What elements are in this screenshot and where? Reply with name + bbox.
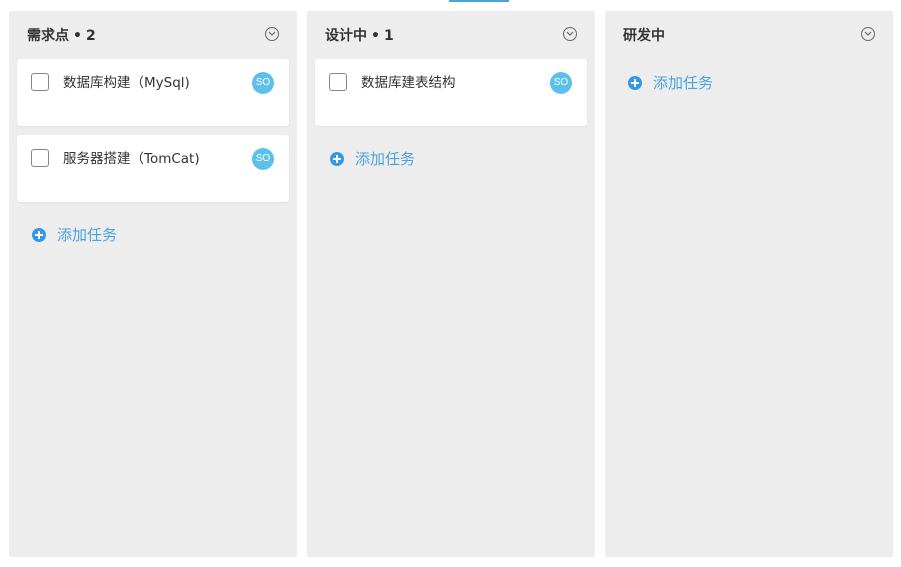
kanban-board: 需求点 • 2 数据库构建（MySql) SO 服务器搭建（TomCat) SO 添… [0, 0, 901, 567]
avatar[interactable]: SO [252, 72, 274, 94]
task-checkbox[interactable] [31, 149, 49, 167]
add-task-label: 添加任务 [57, 226, 118, 244]
task-title: 服务器搭建（TomCat) [63, 151, 200, 167]
task-card[interactable]: 数据库构建（MySql) SO [17, 59, 289, 126]
plus-circle-icon [628, 76, 642, 90]
column-design: 设计中 • 1 数据库建表结构 SO 添加任务 [307, 11, 595, 557]
chevron-down-circle-icon[interactable] [265, 27, 279, 41]
column-title: 研发中 [623, 27, 665, 45]
plus-circle-icon [330, 152, 344, 166]
column-header: 需求点 • 2 [9, 11, 297, 59]
column-title: 设计中 • 1 [325, 27, 394, 45]
task-card[interactable]: 服务器搭建（TomCat) SO [17, 135, 289, 202]
column-separator: • [371, 28, 380, 44]
column-development: 研发中 添加任务 [605, 11, 893, 557]
task-title: 数据库建表结构 [361, 75, 456, 91]
avatar[interactable]: SO [252, 148, 274, 170]
column-title: 需求点 • 2 [27, 27, 96, 45]
task-checkbox[interactable] [329, 73, 347, 91]
avatar[interactable]: SO [550, 72, 572, 94]
column-count: 2 [85, 28, 96, 44]
task-checkbox[interactable] [31, 73, 49, 91]
add-task-label: 添加任务 [355, 150, 416, 168]
column-title-text: 需求点 [27, 28, 69, 44]
column-count: 1 [383, 28, 394, 44]
column-header: 研发中 [605, 11, 893, 59]
add-task-label: 添加任务 [653, 74, 714, 92]
column-title-text: 设计中 [325, 28, 367, 44]
chevron-down-circle-icon[interactable] [861, 27, 875, 41]
plus-circle-icon [32, 228, 46, 242]
chevron-down-circle-icon[interactable] [563, 27, 577, 41]
task-card[interactable]: 数据库建表结构 SO [315, 59, 587, 126]
column-title-text: 研发中 [623, 28, 665, 44]
column-separator: • [73, 28, 82, 44]
task-title: 数据库构建（MySql) [63, 75, 190, 91]
column-header: 设计中 • 1 [307, 11, 595, 59]
column-requirements: 需求点 • 2 数据库构建（MySql) SO 服务器搭建（TomCat) SO 添… [9, 11, 297, 557]
